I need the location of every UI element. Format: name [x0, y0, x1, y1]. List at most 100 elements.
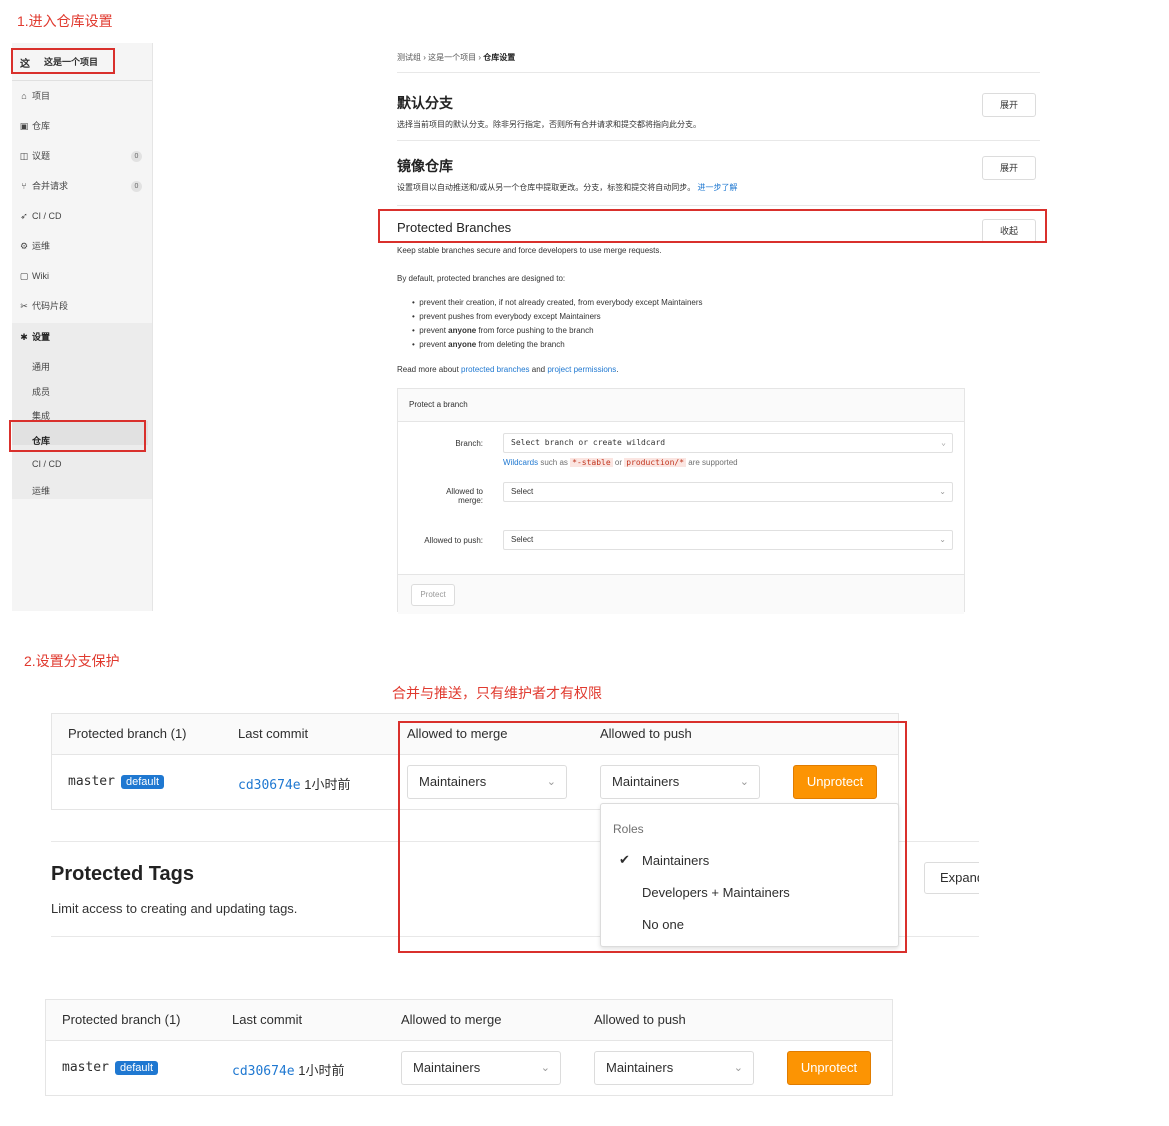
- code-snippet: *-stable: [570, 458, 613, 467]
- section-title-mirror: 镜像仓库: [397, 158, 453, 174]
- allowed-to-push-select[interactable]: Select ⌄: [503, 530, 953, 550]
- bullet-text: from force pushing to the branch: [476, 326, 594, 335]
- expand-default-branch-button[interactable]: 展开: [982, 93, 1036, 117]
- section-title-protected-tags: Protected Tags: [51, 863, 194, 885]
- sidebar-item-merge-requests[interactable]: ⑂ 合并请求 0: [16, 176, 148, 196]
- count-badge: 0: [131, 151, 142, 162]
- sidebar-item-settings[interactable]: ✱ 设置: [16, 327, 148, 347]
- protected-intro: By default, protected branches are desig…: [397, 274, 566, 283]
- hint-text: such as: [538, 458, 571, 467]
- column-header: Last commit: [238, 726, 309, 741]
- merge-access-dropdown[interactable]: Maintainers ⌄: [401, 1051, 561, 1085]
- gear-icon: ✱: [20, 332, 28, 342]
- protected-branches-table-final: Protected branch (1) Last commit Allowed…: [45, 999, 893, 1096]
- sidebar-item-wiki[interactable]: ▢ Wiki: [16, 266, 148, 286]
- bullet-bold: anyone: [448, 340, 477, 349]
- bullet-text: prevent: [419, 340, 449, 349]
- highlight-protected-branches: [378, 209, 1047, 243]
- protected-branches-link[interactable]: protected branches: [461, 365, 530, 374]
- column-header: Last commit: [232, 1012, 303, 1027]
- expand-tags-button[interactable]: Expand: [924, 862, 979, 894]
- bullet-bold: anyone: [448, 326, 477, 335]
- protect-branch-form: Protect a branch Branch: Select branch o…: [397, 388, 965, 614]
- step2-heading: 2.设置分支保护: [24, 653, 120, 669]
- column-header: Allowed to merge: [401, 1012, 502, 1027]
- bullet-text: from deleting the branch: [476, 340, 565, 349]
- allowed-to-merge-select[interactable]: Select ⌄: [503, 482, 953, 502]
- wildcards-link[interactable]: Wildcards: [503, 458, 538, 467]
- sidebar-item-label: 代码片段: [32, 301, 69, 311]
- sidebar-sub-members[interactable]: 成员: [32, 385, 50, 398]
- last-commit: cd30674e 1小时前: [238, 774, 350, 793]
- expand-mirror-button[interactable]: 展开: [982, 156, 1036, 180]
- chevron-down-icon: ⌄: [939, 535, 946, 544]
- sidebar-item-snippets[interactable]: ✂ 代码片段: [16, 296, 148, 316]
- bullet-text: prevent: [419, 326, 449, 335]
- push-access-dropdown[interactable]: Maintainers ⌄: [594, 1051, 754, 1085]
- bullet-text: prevent pushes from everybody except Mai…: [419, 312, 601, 321]
- merge-label-line: merge:: [458, 496, 483, 505]
- branch-name: master default: [68, 774, 164, 789]
- chevron-down-icon: ⌄: [540, 1062, 550, 1074]
- protect-button[interactable]: Protect: [411, 584, 455, 606]
- merge-request-icon: ⑂: [21, 181, 27, 191]
- dropdown-value: Maintainers: [413, 1060, 481, 1075]
- sidebar-item-operations[interactable]: ⚙ 运维: [16, 236, 148, 256]
- dropdown-value: Maintainers: [606, 1060, 674, 1075]
- form-header: Protect a branch: [398, 389, 964, 422]
- sidebar-item-label: 运维: [32, 241, 51, 251]
- mirror-desc-text: 设置项目以自动推送和/或从另一个仓库中提取更改。分支，标签和提交将自动同步。: [397, 183, 696, 192]
- commit-sha-link[interactable]: cd30674e: [238, 778, 301, 793]
- count-badge: 0: [131, 181, 142, 192]
- project-permissions-link[interactable]: project permissions: [547, 365, 616, 374]
- last-commit: cd30674e 1小时前: [232, 1060, 344, 1079]
- hint-text: or: [612, 458, 625, 467]
- chevron-down-icon: ⌄: [733, 1062, 743, 1074]
- sidebar-item-label: 合并请求: [32, 181, 69, 191]
- branch-select-value: Select branch or create wildcard: [511, 438, 666, 447]
- sidebar-item-project[interactable]: ⌂ 项目: [16, 86, 148, 106]
- push-label: Allowed to push:: [424, 536, 483, 545]
- sidebar-item-repository[interactable]: ▣ 仓库: [16, 116, 148, 136]
- issues-icon: ◫: [19, 151, 29, 161]
- breadcrumb-item[interactable]: 测试组: [397, 53, 421, 62]
- branch-name-text: master: [62, 1060, 109, 1075]
- section-desc-default-branch: 选择当前项目的默认分支。除非另行指定，否则所有合并请求和提交都将指向此分支。: [397, 120, 701, 129]
- scissors-icon: ✂: [20, 301, 28, 311]
- highlight-repository-item: [9, 420, 146, 452]
- bullet-text: prevent their creation, if not already c…: [419, 298, 703, 307]
- sidebar-item-label: Wiki: [32, 271, 49, 281]
- breadcrumb: 测试组 › 这是一个项目 › 仓库设置: [397, 52, 515, 63]
- breadcrumb-item[interactable]: 这是一个项目: [428, 53, 476, 62]
- sidebar: 这 这是一个项目 ⌂ 项目 ▣ 仓库 ◫ 议题 0 ⑂ 合并请求 0 ➶ CI / CD ⚙ 运…: [12, 43, 153, 611]
- read-more-text: and: [529, 365, 548, 374]
- home-icon: ⌂: [21, 91, 27, 101]
- sidebar-item-label: 议题: [32, 151, 51, 161]
- divider: [397, 205, 1040, 206]
- sidebar-item-issues[interactable]: ◫ 议题 0: [16, 146, 148, 166]
- learn-more-link[interactable]: 进一步了解: [697, 183, 737, 192]
- step1-heading: 1.进入仓库设置: [17, 13, 113, 29]
- sidebar-sub-operations[interactable]: 运维: [32, 484, 50, 497]
- form-header-text: Protect a branch: [409, 400, 468, 409]
- chevron-down-icon: ⌄: [939, 487, 946, 496]
- branch-select[interactable]: Select branch or create wildcard ⌄: [503, 433, 953, 453]
- list-item: • prevent anyone from deleting the branc…: [412, 340, 565, 349]
- sidebar-sub-general[interactable]: 通用: [32, 360, 50, 373]
- hint-text: are supported: [686, 458, 738, 467]
- branch-name: master default: [62, 1060, 158, 1075]
- highlight-project-header: [11, 48, 115, 74]
- breadcrumb-current: 仓库设置: [483, 53, 516, 62]
- sidebar-item-ci-cd[interactable]: ➶ CI / CD: [16, 206, 148, 226]
- list-item: • prevent pushes from everybody except M…: [412, 312, 601, 321]
- highlight-access-columns: [398, 721, 907, 953]
- code-snippet: production/*: [624, 458, 687, 467]
- divider: [397, 140, 1040, 141]
- sidebar-sub-ci-cd[interactable]: CI / CD: [32, 459, 62, 469]
- commit-sha-link[interactable]: cd30674e: [232, 1064, 295, 1079]
- merge-label-line: Allowed to: [446, 487, 483, 496]
- merge-select-value: Select: [511, 487, 534, 496]
- column-header: Protected branch (1): [62, 1012, 181, 1027]
- repo-icon: ▣: [19, 121, 29, 131]
- unprotect-button[interactable]: Unprotect: [787, 1051, 871, 1085]
